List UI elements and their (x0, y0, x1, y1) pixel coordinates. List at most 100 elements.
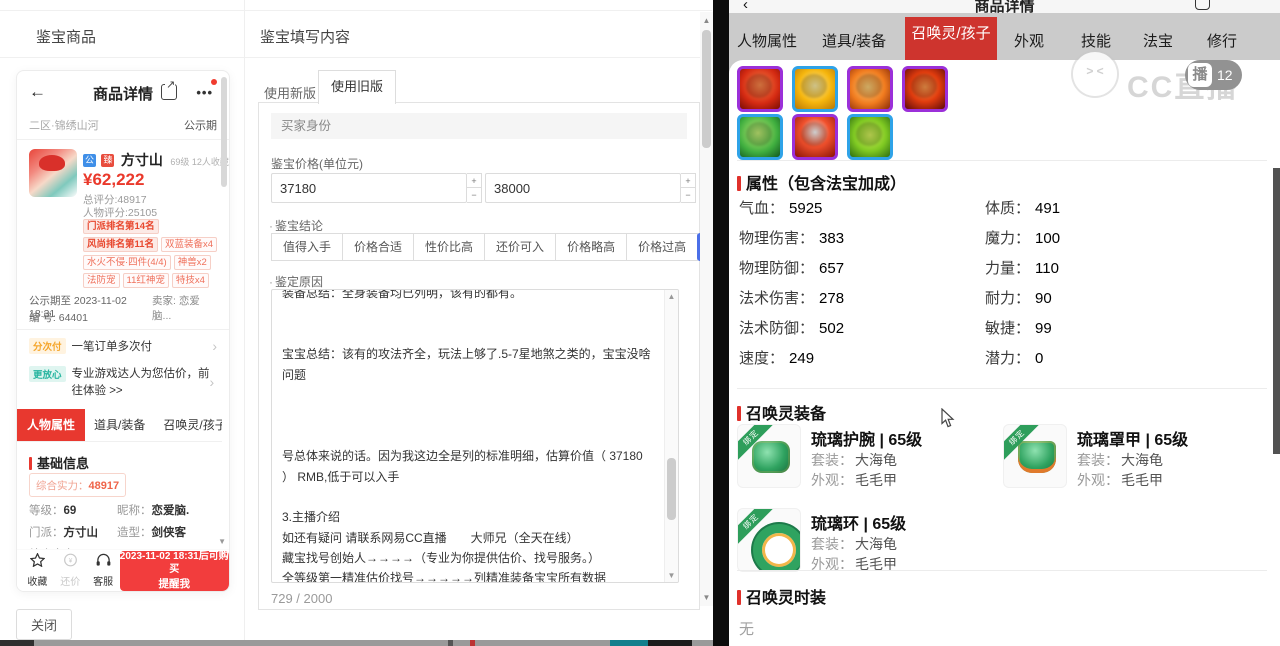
attr-label: 体质： (985, 200, 1031, 217)
pet-skill-fire-tusk-icon[interactable] (792, 114, 838, 160)
pet-skill-flame-skull-icon[interactable] (902, 66, 948, 112)
scroll-up-icon[interactable]: ▲ (665, 292, 678, 301)
character-avatar[interactable] (29, 149, 77, 197)
cc-live-logo-icon (1073, 52, 1117, 96)
conclusion-option[interactable]: 还价可入 (484, 233, 557, 261)
attr-label: 力量： (985, 260, 1031, 277)
suit-label: 套装： (811, 536, 853, 552)
share-icon[interactable] (161, 78, 177, 100)
conclusion-option[interactable]: 价格略高 (555, 233, 628, 261)
fashion-empty-text: 无 (739, 621, 755, 638)
textarea-scroll-thumb[interactable] (667, 458, 676, 520)
skin-label: 外观： (811, 472, 853, 488)
attr-label: 潜力： (985, 350, 1031, 367)
tab-items-gear[interactable]: 道具/装备 (822, 30, 886, 51)
attr-label: 法术伤害： (739, 290, 815, 307)
tab-skills[interactable]: 技能 (1081, 30, 1111, 51)
textarea-scrollbar[interactable]: ▲ ▼ (664, 290, 678, 582)
tab-appearance[interactable]: 外观 (1014, 30, 1044, 51)
price-low-stepper[interactable]: + − (467, 173, 482, 203)
profile-icon[interactable] (1195, 0, 1210, 10)
tag: 风尚排名第11名 (83, 237, 159, 252)
tab-summon-child-active[interactable]: 召唤灵/孩子 (905, 17, 997, 60)
price-low-input[interactable] (271, 173, 467, 203)
stepper-down-icon[interactable]: − (467, 188, 482, 203)
tab-items-gear[interactable]: 道具/装备 (85, 409, 154, 441)
stepper-up-icon[interactable]: + (681, 173, 696, 188)
equip-name: 琉璃环 | 65级 (811, 516, 907, 533)
conclusion-option[interactable]: 价格合适 (342, 233, 415, 261)
tag: 门派排名第14名 (83, 219, 159, 234)
tab-treasure[interactable]: 法宝 (1143, 30, 1173, 51)
attr-value: 99 (1035, 320, 1052, 337)
assurance-text: 专业游戏达人为您估价，前往体验 >> (71, 368, 210, 398)
stepper-down-icon[interactable]: − (681, 188, 696, 203)
suit-value: 大海龟 (855, 536, 897, 552)
basic-info-title: 基础信息 (37, 456, 90, 471)
seller-name: 卖家: 恋爱脑... (152, 295, 200, 322)
equip-bracer-icon[interactable]: 绑定 (737, 424, 801, 488)
conclusion-option[interactable]: 值得入手 (271, 233, 344, 261)
phone-titlebar: ‹ 商品详情 (729, 0, 1280, 13)
info-value: 方寸山 (63, 527, 99, 539)
customer-service-button[interactable]: 客服 (87, 553, 120, 588)
favorite-button[interactable]: 收藏 (21, 552, 54, 588)
close-button[interactable]: 关闭 (16, 609, 73, 640)
price-high-input[interactable] (485, 173, 681, 203)
info-value: 剑侠客 (151, 527, 187, 539)
attr-label: 物理防御： (739, 260, 815, 277)
attr-value: 110 (1035, 260, 1059, 277)
page-scroll-thumb[interactable] (702, 30, 711, 148)
pet-skill-fire-bird-icon[interactable] (847, 66, 893, 112)
chevron-right-icon: › (209, 374, 215, 390)
appraisal-item-title: 鉴宝商品 (36, 29, 97, 46)
conclusion-option[interactable]: 价格过高 (626, 233, 699, 261)
scroll-down-icon[interactable]: ▼ (700, 593, 713, 602)
tab-new-version[interactable]: 使用新版 (264, 83, 316, 102)
pet-skill-green-beast-icon[interactable] (847, 114, 893, 160)
more-icon[interactable]: ••• (196, 85, 213, 100)
scroll-up-icon[interactable]: ▲ (700, 16, 713, 25)
tag: 水火不侵·四件(4/4) (83, 255, 171, 270)
service-label: 客服 (93, 577, 114, 588)
equip-name: 琉璃罩甲 | 65级 (1077, 432, 1189, 449)
installment-row[interactable]: 分次付 一笔订单多次付 › (29, 338, 217, 354)
pet-skill-red-demon-icon[interactable] (737, 66, 783, 112)
mouse-cursor (941, 408, 955, 428)
conclusion-option[interactable]: 性价比高 (413, 233, 486, 261)
attr-value: 491 (1035, 200, 1061, 217)
stepper-up-icon[interactable]: + (467, 173, 482, 188)
reason-textarea[interactable]: 装备总结：全身装备均已列明，该有的都有。 宝宝总结：该有的攻法齐全，玩法上够了.… (271, 289, 679, 583)
panel-scrollbar-thumb[interactable] (1273, 168, 1280, 454)
badge-public-icon: 公 (83, 154, 96, 167)
reason-label: 鉴定原因 (269, 273, 323, 290)
remind-me-text: 提醒我 (158, 577, 191, 590)
headset-icon (96, 553, 110, 566)
attr-label: 法术防御： (739, 320, 815, 337)
tab-old-version[interactable]: 使用旧版 (318, 70, 396, 104)
tab-character-attr[interactable]: 人物属性 (737, 30, 797, 51)
bargain-button[interactable]: ¥ 还价 (54, 553, 87, 588)
viewer-count: 12 (1217, 67, 1233, 83)
valuation-service-row[interactable]: 更放心 专业游戏达人为您估价，前往体验 >> › (29, 366, 217, 401)
card-scrollbar-thumb[interactable] (221, 77, 227, 187)
pet-skill-green-snake-icon[interactable] (737, 114, 783, 160)
price-high-stepper[interactable]: + − (681, 173, 696, 203)
page-scrollbar[interactable]: ▲ ▼ (700, 12, 713, 606)
window-gap (713, 0, 729, 646)
tab-character-attr[interactable]: 人物属性 (17, 409, 86, 441)
tab-summon-child[interactable]: 召唤灵/孩子 (154, 409, 222, 441)
installment-tag: 分次付 (29, 338, 66, 354)
scroll-down-icon[interactable]: ▼ (665, 571, 678, 580)
buy-reminder-button[interactable]: 2023-11-02 18:31后可购买 提醒我 (119, 550, 229, 591)
tab-cultivation[interactable]: 修行 (1207, 30, 1237, 51)
skin-value: 毛毛甲 (1121, 472, 1163, 488)
attr-label: 气血： (739, 200, 785, 217)
assurance-tag: 更放心 (29, 366, 66, 382)
appraisal-form-title: 鉴宝填写内容 (260, 29, 351, 46)
card-scroll-down-icon[interactable]: ▼ (218, 537, 226, 546)
equip-armor-icon[interactable]: 绑定 (1003, 424, 1067, 488)
pet-skill-gold-shield-icon[interactable] (792, 66, 838, 112)
equip-ring-icon[interactable]: 绑定 (737, 508, 801, 572)
info-label: 昵称： (117, 505, 152, 517)
